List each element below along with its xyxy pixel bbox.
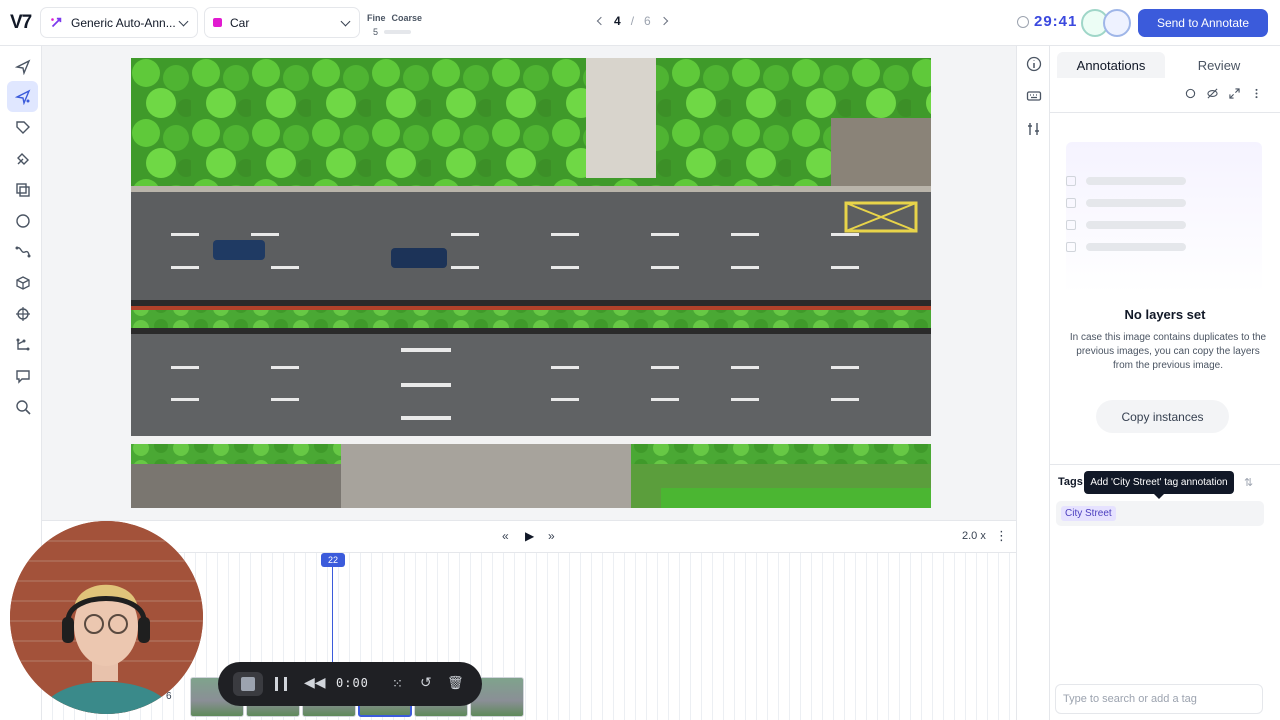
chevron-down-icon [178, 16, 189, 27]
v7-logo[interactable]: V7 [10, 12, 32, 34]
ghost-row [1086, 243, 1186, 251]
presenter-video [10, 521, 203, 714]
tag-icon[interactable] [7, 112, 38, 143]
aerial-road-scene [131, 58, 931, 508]
presenter-webcam [10, 521, 203, 714]
polygon-copy-icon[interactable] [7, 174, 38, 205]
previous-frame-icon[interactable]: « [502, 529, 509, 543]
send-to-annotate-button[interactable]: Send to Annotate [1138, 9, 1268, 37]
ghost-layer-icon [1066, 220, 1076, 230]
ghost-row [1086, 199, 1186, 207]
playhead[interactable] [332, 567, 333, 675]
ghost-layer-icon [1066, 242, 1076, 252]
keyboard-icon[interactable] [1026, 88, 1042, 104]
more-vertical-icon[interactable]: ⋮ [995, 528, 1008, 544]
page-separator: / [630, 14, 635, 28]
empty-layers-illustration [1066, 142, 1262, 294]
page-current: 4 [614, 14, 621, 28]
right-rail [1016, 46, 1050, 720]
next-frame-icon[interactable]: » [548, 529, 555, 543]
granularity-labels: Fine Coarse [367, 13, 428, 23]
fine-label: Fine [367, 13, 386, 23]
playback-bar: « ▶ » 2.0 x ⋮ [42, 520, 1016, 552]
class-dropdown[interactable]: Car [204, 7, 360, 38]
top-bar: V7 Generic Auto-Ann... Car Fine Coarse 5 … [0, 0, 1280, 46]
chevron-down-icon [340, 16, 351, 27]
tab-review[interactable]: Review [1165, 52, 1273, 78]
class-dropdown-label: Car [230, 15, 250, 30]
info-icon[interactable] [1026, 56, 1042, 72]
trash-icon[interactable]: 🗑 [447, 675, 464, 691]
ghost-row [1086, 221, 1186, 229]
class-color-swatch [213, 18, 222, 27]
keypoint-icon[interactable] [7, 298, 38, 329]
skeleton-icon[interactable] [7, 329, 38, 360]
more-vertical-icon[interactable] [1251, 88, 1262, 99]
stop-recording-button[interactable] [233, 672, 263, 696]
ellipse-icon[interactable] [7, 205, 38, 236]
current-frame-badge: 22 [321, 553, 345, 567]
sparkle-icon [51, 17, 62, 27]
image-pager: 4 / 6 [596, 14, 668, 28]
page-total: 6 [644, 14, 651, 28]
auto-annotate-icon[interactable] [7, 81, 38, 112]
sort-icon[interactable]: ⇅ [1244, 476, 1253, 489]
screen-recorder-controls: ◀◀ 0:00 ⁙ ↺ 🗑 [218, 662, 482, 706]
previous-image-icon[interactable] [596, 16, 606, 26]
coarse-label: Coarse [391, 13, 423, 23]
road-image[interactable] [131, 58, 931, 508]
panel-tabs: Annotations Review [1057, 52, 1273, 78]
work-timer: 29:41 [1017, 13, 1077, 30]
annotate-mode-icon[interactable] [1103, 9, 1131, 37]
next-image-icon[interactable] [659, 16, 668, 26]
granularity-value: 5 [373, 27, 379, 37]
recording-time: 0:00 [336, 676, 369, 690]
timer-value: 29:41 [1034, 13, 1078, 30]
tags-heading: Tags [1058, 476, 1083, 488]
play-icon[interactable]: ▶ [525, 529, 534, 543]
tags-divider [1050, 464, 1280, 465]
settings-sliders-icon[interactable] [1026, 121, 1042, 137]
ghost-layer-icon [1066, 198, 1076, 208]
select-arrow-icon[interactable] [7, 51, 38, 82]
tag-chip-city-street[interactable]: City Street [1061, 506, 1116, 521]
brush-icon[interactable] [7, 143, 38, 174]
empty-state-title: No layers set [1124, 307, 1206, 322]
granularity-slider[interactable] [384, 30, 411, 34]
empty-state-description: In case this image contains duplicates t… [1069, 332, 1267, 371]
ghost-layer-icon [1066, 176, 1076, 186]
annotations-panel: Annotations Review No layers set In case… [1050, 46, 1280, 720]
model-dropdown-label: Generic Auto-Ann... [71, 15, 176, 30]
playback-speed[interactable]: 2.0 x [962, 530, 986, 542]
copy-instances-button[interactable]: Copy instances [1096, 400, 1229, 433]
tag-search-input[interactable] [1055, 684, 1263, 714]
panel-divider [1050, 112, 1280, 113]
pause-icon[interactable] [275, 677, 287, 691]
tag-tooltip: Add 'City Street' tag annotation [1084, 471, 1234, 499]
restart-icon[interactable]: ↺ [420, 674, 432, 691]
clock-icon [1017, 15, 1029, 28]
cuboid-icon[interactable] [7, 267, 38, 298]
tag-suggestion-row[interactable]: City Street [1056, 501, 1264, 526]
hide-eye-icon[interactable] [1207, 88, 1218, 99]
panel-actions [1185, 88, 1262, 99]
grid-icon[interactable]: ⁙ [392, 676, 403, 692]
expand-icon[interactable] [1229, 88, 1240, 99]
rewind-icon[interactable]: ◀◀ [304, 674, 326, 691]
model-dropdown[interactable]: Generic Auto-Ann... [40, 7, 198, 38]
tab-annotations[interactable]: Annotations [1057, 52, 1165, 78]
polyline-icon[interactable] [7, 236, 38, 267]
ghost-row [1086, 177, 1186, 185]
zoom-icon[interactable] [7, 391, 38, 422]
comment-icon[interactable] [7, 360, 38, 391]
circle-icon[interactable] [1185, 88, 1196, 99]
